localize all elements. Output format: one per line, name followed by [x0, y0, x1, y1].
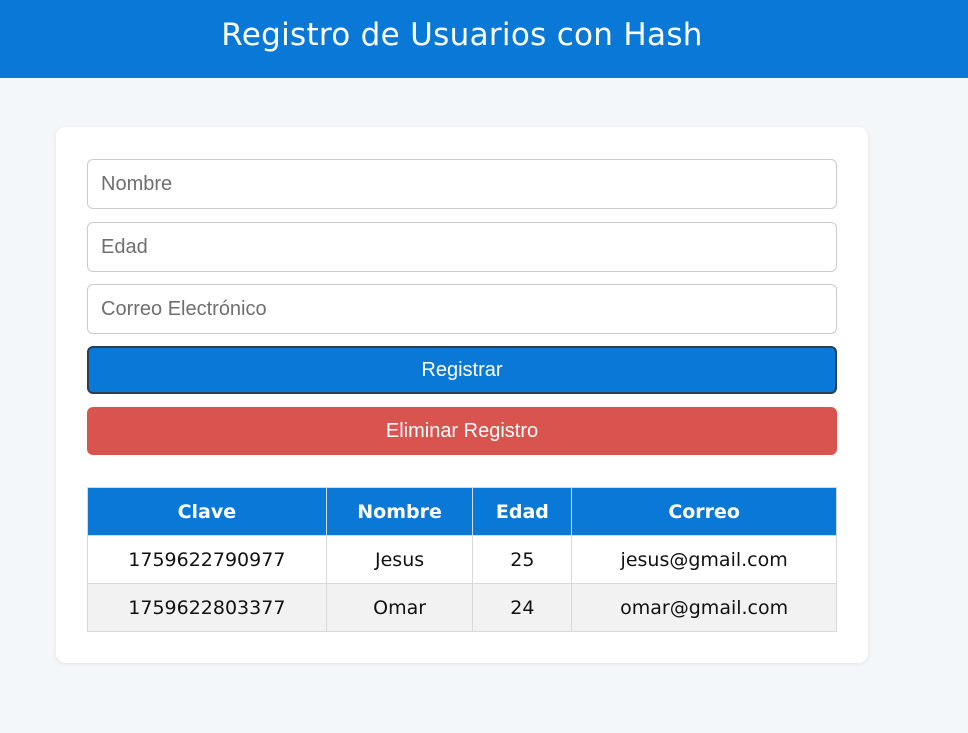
page-header: Registro de Usuarios con Hash	[0, 0, 968, 78]
table-header-row: Clave Nombre Edad Correo	[87, 487, 837, 536]
cell-edad: 25	[472, 535, 573, 584]
table-row: 1759622803377 Omar 24 omar@gmail.com	[87, 583, 837, 632]
column-header-edad: Edad	[472, 487, 573, 536]
cell-correo: jesus@gmail.com	[571, 535, 837, 584]
users-table: Clave Nombre Edad Correo 1759622790977 J…	[87, 487, 837, 632]
eliminar-registro-button[interactable]: Eliminar Registro	[87, 407, 837, 455]
cell-clave: 1759622790977	[87, 535, 327, 584]
cell-clave: 1759622803377	[87, 583, 327, 632]
registration-card: Registrar Eliminar Registro Clave Nombre…	[56, 127, 868, 663]
nombre-input[interactable]	[87, 159, 837, 209]
column-header-nombre: Nombre	[325, 487, 474, 536]
column-header-correo: Correo	[571, 487, 837, 536]
column-header-clave: Clave	[87, 487, 327, 536]
page-title: Registro de Usuarios con Hash	[221, 17, 703, 53]
table-row: 1759622790977 Jesus 25 jesus@gmail.com	[87, 535, 837, 584]
registrar-button[interactable]: Registrar	[87, 346, 837, 394]
edad-input[interactable]	[87, 222, 837, 272]
cell-nombre: Omar	[325, 583, 474, 632]
cell-correo: omar@gmail.com	[571, 583, 837, 632]
cell-edad: 24	[472, 583, 573, 632]
correo-input[interactable]	[87, 284, 837, 334]
cell-nombre: Jesus	[325, 535, 474, 584]
